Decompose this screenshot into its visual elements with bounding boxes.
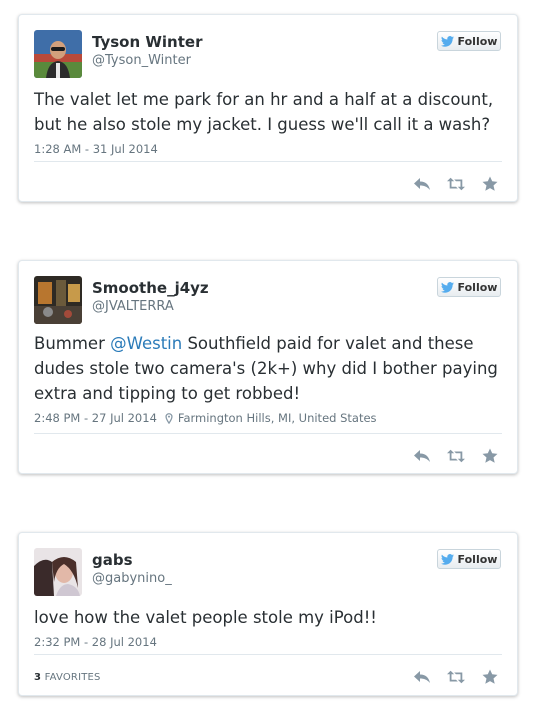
tweet-card: Tyson Winter @Tyson_Winter Follow The va…	[18, 14, 518, 202]
retweet-icon[interactable]	[447, 448, 465, 464]
timestamp[interactable]: 2:32 PM - 28 Jul 2014	[34, 635, 157, 649]
divider	[34, 161, 502, 162]
tweet-card: Smoothe_j4yz @JVALTERRA Follow Bummer @W…	[18, 260, 518, 474]
user-name[interactable]: Tyson Winter	[92, 33, 202, 51]
tweet-card: gabs @gabynino_ Follow love how the vale…	[18, 532, 518, 696]
reply-icon[interactable]	[413, 176, 431, 192]
favorites-label: FAVORITES	[44, 672, 101, 683]
user-handle[interactable]: @JVALTERRA	[92, 299, 174, 314]
user-name[interactable]: Smoothe_j4yz	[92, 279, 209, 297]
follow-label: Follow	[457, 34, 498, 48]
tweet-text: The valet let me park for an hr and a ha…	[34, 90, 494, 134]
tweet-text-part: Bummer	[34, 334, 111, 353]
avatar-photo	[34, 276, 82, 324]
favorites-count[interactable]: 3 FAVORITES	[34, 672, 101, 683]
timestamp[interactable]: 1:28 AM - 31 Jul 2014	[34, 142, 158, 156]
divider	[34, 433, 502, 434]
twitter-bird-icon	[440, 35, 454, 47]
follow-label: Follow	[457, 280, 498, 294]
tweet-actions	[413, 176, 499, 192]
twitter-bird-icon	[440, 553, 454, 565]
user-handle[interactable]: @Tyson_Winter	[92, 53, 191, 68]
reply-icon[interactable]	[413, 669, 431, 685]
user-name[interactable]: gabs	[92, 551, 133, 569]
tweet-text: love how the valet people stole my iPod!…	[34, 608, 377, 627]
tweet-meta: 1:28 AM - 31 Jul 2014	[34, 142, 158, 156]
tweet-meta: 2:32 PM - 28 Jul 2014	[34, 635, 157, 649]
twitter-bird-icon	[440, 281, 454, 293]
tweet-actions	[413, 448, 499, 464]
favorite-star-icon[interactable]	[481, 448, 499, 464]
avatar[interactable]	[34, 30, 82, 78]
favorite-star-icon[interactable]	[481, 176, 499, 192]
tweet-meta: 2:48 PM - 27 Jul 2014 Farmington Hills, …	[34, 411, 377, 425]
reply-icon[interactable]	[413, 448, 431, 464]
location-pin-icon	[165, 412, 173, 424]
avatar[interactable]	[34, 548, 82, 596]
retweet-icon[interactable]	[447, 176, 465, 192]
favorite-star-icon[interactable]	[481, 669, 499, 685]
follow-button[interactable]: Follow	[437, 277, 501, 297]
user-handle[interactable]: @gabynino_	[92, 571, 172, 586]
follow-button[interactable]: Follow	[437, 31, 501, 51]
tweet-text: Bummer @Westin Southfield paid for valet…	[34, 331, 504, 406]
follow-label: Follow	[457, 552, 498, 566]
timestamp[interactable]: 2:48 PM - 27 Jul 2014	[34, 411, 157, 425]
favorites-number: 3	[34, 672, 42, 683]
location-label: Farmington Hills, MI, United States	[177, 411, 377, 425]
avatar-photo	[34, 548, 82, 596]
tweet-actions	[413, 669, 499, 685]
mention-link[interactable]: @Westin	[110, 334, 182, 353]
avatar[interactable]	[34, 276, 82, 324]
divider	[34, 654, 502, 655]
follow-button[interactable]: Follow	[437, 549, 501, 569]
location[interactable]: Farmington Hills, MI, United States	[165, 411, 377, 425]
retweet-icon[interactable]	[447, 669, 465, 685]
avatar-photo	[34, 30, 82, 78]
